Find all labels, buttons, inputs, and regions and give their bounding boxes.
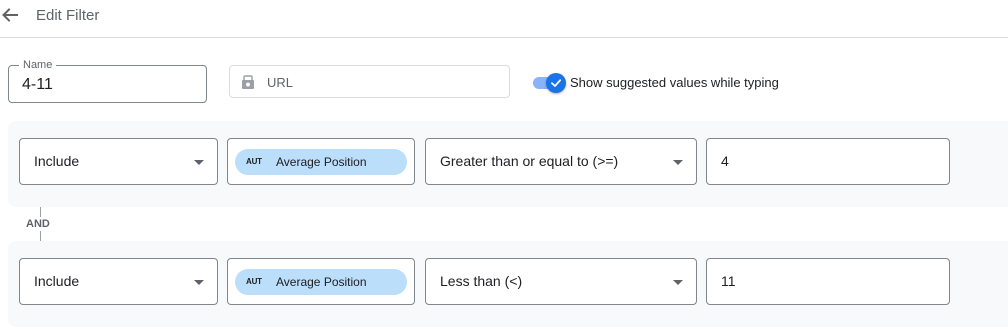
arrow-left-icon[interactable] xyxy=(0,5,20,25)
operator-select-value: Greater than or equal to (>=) xyxy=(440,153,619,169)
field-select[interactable]: AUT Average Position xyxy=(227,138,415,185)
caret-down-icon xyxy=(194,280,204,285)
value-input-text[interactable]: 4 xyxy=(721,153,729,169)
operator-select[interactable]: Greater than or equal to (>=) xyxy=(425,138,697,185)
include-select[interactable]: Include xyxy=(19,258,218,305)
caret-down-icon xyxy=(673,160,683,165)
toggle-knob xyxy=(546,73,566,93)
include-select-value: Include xyxy=(34,153,80,169)
operator-select[interactable]: Less than (<) xyxy=(425,258,697,305)
field-select[interactable]: AUT Average Position xyxy=(227,258,415,305)
value-input-text[interactable]: 11 xyxy=(721,273,736,289)
name-field-label: Name xyxy=(19,58,57,72)
value-input[interactable]: 11 xyxy=(706,258,950,305)
field-type-badge: AUT xyxy=(246,157,262,166)
field-chip[interactable]: AUT Average Position xyxy=(235,269,407,295)
field-type-badge: AUT xyxy=(246,277,262,286)
dimension-field[interactable]: URL xyxy=(229,65,510,98)
connector-line xyxy=(40,207,41,217)
condition-row: Include AUT Average Position Less than (… xyxy=(8,241,1008,327)
name-field-value[interactable]: 4-11 xyxy=(22,76,53,94)
field-chip-label: Average Position xyxy=(276,155,367,169)
check-icon xyxy=(551,79,562,87)
field-chip-label: Average Position xyxy=(276,275,367,289)
dimension-icon xyxy=(240,74,256,90)
name-field[interactable]: Name 4-11 xyxy=(8,58,207,103)
suggested-values-toggle[interactable] xyxy=(533,73,567,93)
dimension-label: URL xyxy=(267,75,294,90)
connector-line xyxy=(40,231,41,241)
caret-down-icon xyxy=(194,160,204,165)
page-title: Edit Filter xyxy=(36,7,100,24)
field-chip[interactable]: AUT Average Position xyxy=(235,149,407,175)
value-input[interactable]: 4 xyxy=(706,138,950,185)
include-select-value: Include xyxy=(34,273,80,289)
condition-row: Include AUT Average Position Greater tha… xyxy=(8,121,1008,207)
dialog-header: Edit Filter xyxy=(0,0,1008,38)
and-connector: AND xyxy=(26,218,50,230)
include-select[interactable]: Include xyxy=(19,138,218,185)
caret-down-icon xyxy=(673,280,683,285)
toggle-label: Show suggested values while typing xyxy=(570,75,779,90)
operator-select-value: Less than (<) xyxy=(440,273,523,289)
